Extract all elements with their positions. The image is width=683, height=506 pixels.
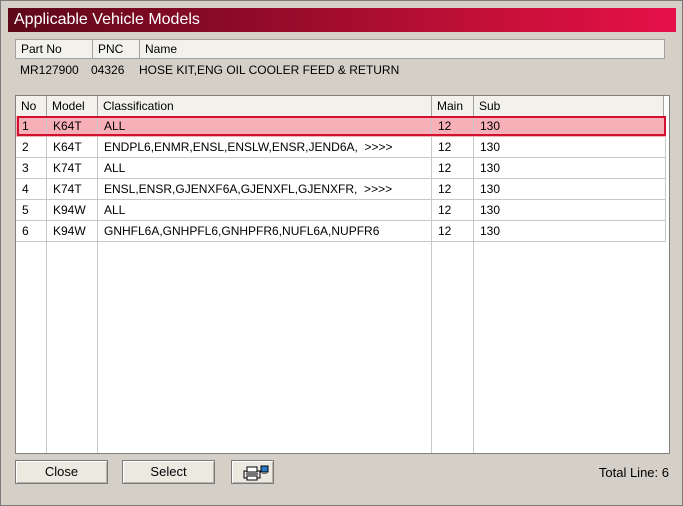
title-bar[interactable]: Applicable Vehicle Models: [8, 8, 676, 32]
cell-main: 12: [432, 221, 474, 242]
part-name-value: HOSE KIT,ENG OIL COOLER FEED & RETURN: [139, 63, 400, 77]
cell-main: 12: [432, 137, 474, 158]
cell-model: K94W: [47, 200, 98, 221]
print-button[interactable]: [231, 460, 274, 484]
col-header-main[interactable]: Main: [432, 96, 474, 116]
cell-sub: 130: [474, 137, 666, 158]
models-table[interactable]: No Model Classification Main Sub 1 K64T …: [15, 95, 670, 454]
table-row[interactable]: 6 K94W GNHFL6A,GNHPFL6,GNHPFR6,NUFL6A,NU…: [16, 221, 666, 242]
table-row[interactable]: 3 K74T ALL 12 130: [16, 158, 666, 179]
table-row[interactable]: 2 K64T ENDPL6,ENMR,ENSL,ENSLW,ENSR,JEND6…: [16, 137, 666, 158]
cell-model: K64T: [47, 137, 98, 158]
total-line-label: Total Line:: [598, 465, 659, 480]
cell-sub: 130: [474, 221, 666, 242]
table-header: No Model Classification Main Sub: [16, 96, 664, 117]
cell-main: 12: [432, 116, 474, 137]
cell-no: 4: [16, 179, 47, 200]
cell-no: 5: [16, 200, 47, 221]
col-header-no[interactable]: No: [16, 96, 47, 116]
pnc-header: PNC: [93, 40, 140, 58]
table-row[interactable]: 5 K94W ALL 12 130: [16, 200, 666, 221]
cell-sub: 130: [474, 179, 666, 200]
cell-classification: GNHFL6A,GNHPFL6,GNHPFR6,NUFL6A,NUPFR6: [98, 221, 432, 242]
cell-main: 12: [432, 158, 474, 179]
cell-model: K74T: [47, 158, 98, 179]
cell-sub: 130: [474, 158, 666, 179]
cell-sub: 130: [474, 116, 666, 137]
part-info-header: Part No PNC Name: [15, 39, 665, 59]
cell-classification: ALL: [98, 200, 432, 221]
col-header-sub[interactable]: Sub: [474, 96, 664, 116]
part-no-value: MR127900: [20, 63, 79, 77]
name-header: Name: [145, 42, 178, 56]
cell-model: K74T: [47, 179, 98, 200]
printer-icon: [243, 465, 269, 481]
part-no-header: Part No: [16, 40, 93, 58]
cell-main: 12: [432, 179, 474, 200]
cell-main: 12: [432, 200, 474, 221]
total-line-value: 6: [661, 465, 669, 480]
table-row[interactable]: 4 K74T ENSL,ENSR,GJENXF6A,GJENXFL,GJENXF…: [16, 179, 666, 200]
cell-classification: ALL: [98, 116, 432, 137]
cell-classification: ENDPL6,ENMR,ENSL,ENSLW,ENSR,JEND6A, >>>>: [98, 137, 432, 158]
cell-classification: ENSL,ENSR,GJENXF6A,GJENXFL,GJENXFR, >>>>: [98, 179, 432, 200]
cell-no: 1: [16, 116, 47, 137]
dialog-body: Part No PNC Name MR127900 04326 HOSE KIT…: [8, 32, 676, 498]
applicable-models-window: Applicable Vehicle Models Part No PNC Na…: [0, 0, 683, 506]
cell-model: K94W: [47, 221, 98, 242]
cell-sub: 130: [474, 200, 666, 221]
close-button[interactable]: Close: [15, 460, 108, 484]
cell-no: 6: [16, 221, 47, 242]
total-line-count: Total Line: 6: [599, 465, 669, 480]
cell-classification: ALL: [98, 158, 432, 179]
col-header-model[interactable]: Model: [47, 96, 98, 116]
pnc-value: 04326: [91, 63, 125, 77]
col-header-classification[interactable]: Classification: [98, 96, 432, 116]
window-title: Applicable Vehicle Models: [14, 11, 200, 28]
select-button[interactable]: Select: [122, 460, 215, 484]
cell-model: K64T: [47, 116, 98, 137]
cell-no: 2: [16, 137, 47, 158]
cell-no: 3: [16, 158, 47, 179]
table-row[interactable]: 1 K64T ALL 12 130: [16, 116, 666, 137]
